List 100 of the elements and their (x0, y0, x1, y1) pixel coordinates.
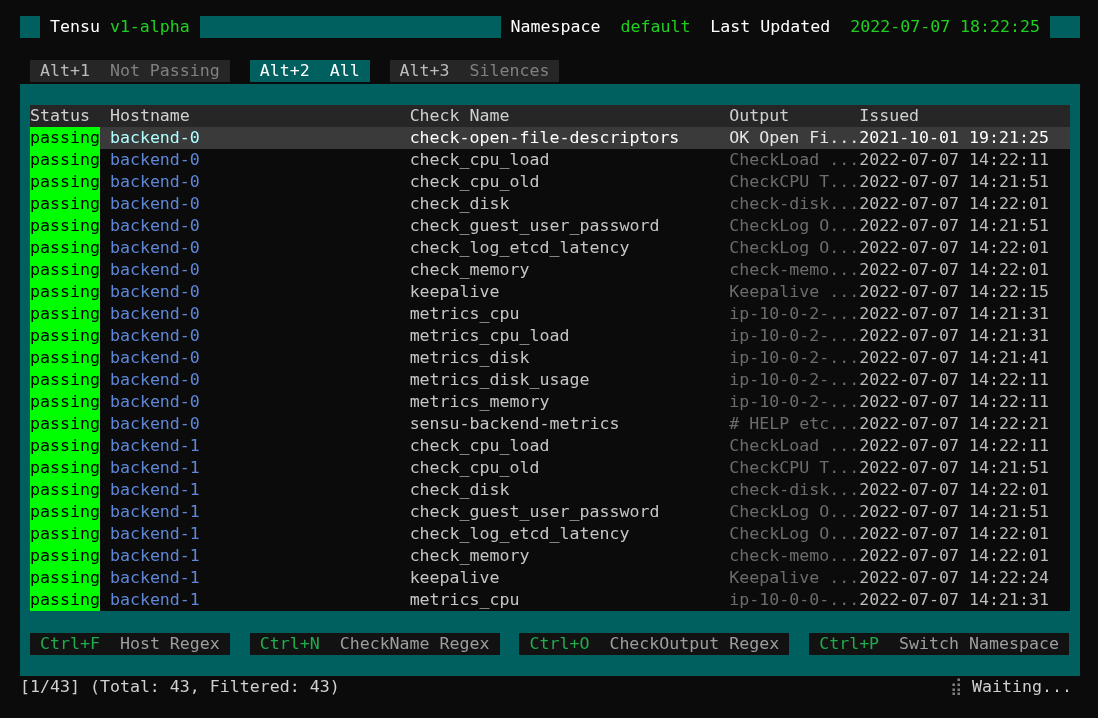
table-row[interactable]: passing backend-0 keepalive Keepalive ...2022-07-07 14:22:15 (30, 281, 1070, 303)
status-cell-text: passing (30, 149, 101, 171)
hostname-cell-text: backend-1 (109, 457, 201, 479)
status-cell-text: passing (30, 501, 101, 523)
table-row[interactable]: passing backend-0 metrics_memory ip-10-0-2-...2022-07-07 14:22:11 (30, 391, 1070, 413)
table-row[interactable]: passing backend-1 check_memory check-memo...2022-07-07 14:22:01 (30, 545, 1070, 567)
issued-cell-text: 2022-07-07 14:21:31 (859, 589, 1050, 611)
table-row[interactable]: passing backend-0 metrics_disk_usage ip-10-0-2-...2022-07-07 14:22:11 (30, 369, 1070, 391)
status-cell-text: passing (30, 545, 101, 567)
table-row[interactable]: passing backend-1 keepalive Keepalive ...2022-07-07 14:22:24 (30, 567, 1070, 589)
hostname-cell-text: backend-0 (109, 171, 201, 193)
issued-cell-text: 2022-07-07 14:22:01 (859, 259, 1050, 281)
check-name-cell-text: check_log_etcd_latency (409, 237, 631, 259)
issued-cell-text: 2022-07-07 14:21:51 (859, 457, 1050, 479)
issued-cell-text: 2022-07-07 14:22:01 (859, 523, 1050, 545)
shortcut-button[interactable]: Ctrl+F Host Regex (30, 633, 230, 655)
table-row[interactable]: passing backend-0 check_cpu_old CheckCPU T...2022-07-07 14:21:51 (30, 171, 1070, 193)
status-cell-text: passing (30, 215, 101, 237)
table-row[interactable]: passing backend-0 metrics_cpu_load ip-10-0-2-...2022-07-07 14:21:31 (30, 325, 1070, 347)
hostname-cell-text: backend-1 (109, 589, 201, 611)
output-cell: ip-10-0-2-... (729, 347, 860, 369)
hostname-cell-text: backend-1 (109, 567, 201, 589)
table-row[interactable]: passing backend-0 check_disk check-disk...2022-07-07 14:22:01 (30, 193, 1070, 215)
check-name-cell-text: check_disk (409, 479, 511, 501)
title-bar-fill (20, 16, 40, 38)
check-name-cell-text: metrics_disk_usage (409, 369, 591, 391)
table-row[interactable]: passing backend-0 check_memory check-memo...2022-07-07 14:22:01 (30, 259, 1070, 281)
check-name-cell-text: check_memory (409, 545, 531, 567)
status-cell-text: passing (30, 281, 101, 303)
issued-cell-text: 2022-07-07 14:22:11 (859, 435, 1050, 457)
check-name-cell-text: check_cpu_old (409, 171, 541, 193)
namespace-label: Namespace (510, 16, 601, 38)
status-cell-text: passing (30, 193, 101, 215)
output-cell: ip-10-0-0-... (729, 589, 860, 611)
table-row[interactable]: passing backend-0 metrics_disk ip-10-0-2-...2022-07-07 14:21:41 (30, 347, 1070, 369)
status-cell-text: passing (30, 413, 101, 435)
issued-cell-text: 2022-07-07 14:22:11 (859, 149, 1050, 171)
status-cell-text: passing (30, 303, 101, 325)
hostname-cell-text: backend-0 (109, 281, 201, 303)
check-name-cell-text: check_cpu_old (409, 457, 541, 479)
check-name-cell-text: check_cpu_load (409, 435, 551, 457)
tab[interactable]: Alt+3 Silences (389, 60, 560, 82)
app-name: Tensu (49, 16, 100, 38)
hostname-cell-text: backend-0 (109, 259, 201, 281)
status-cell-text: passing (30, 435, 101, 457)
issued-cell-text: 2022-07-07 14:22:11 (859, 369, 1050, 391)
table-row[interactable]: passing backend-1 check_cpu_load CheckLoad ...2022-07-07 14:22:11 (30, 435, 1070, 457)
status-cell-text: passing (30, 347, 101, 369)
table-row[interactable]: passing backend-0 check_log_etcd_latency CheckLog O...2022-07-07 14:22:01 (30, 237, 1070, 259)
issued-cell-text: 2022-07-07 14:22:01 (859, 193, 1050, 215)
hostname-cell-text: backend-0 (109, 127, 201, 149)
hostname-cell-text: backend-0 (109, 413, 201, 435)
shortcut-button[interactable]: Ctrl+N CheckName Regex (249, 633, 500, 655)
output-cell: ip-10-0-2-... (729, 369, 860, 391)
title-bar-fill (1050, 16, 1080, 38)
hostname-cell-text: backend-1 (109, 435, 201, 457)
table-row[interactable]: passing backend-1 check_guest_user_password CheckLog O...2022-07-07 14:21:51 (30, 501, 1070, 523)
hostname-cell-text: backend-0 (109, 369, 201, 391)
status-cell-text: passing (30, 127, 101, 149)
issued-cell-text: 2022-07-07 14:22:11 (859, 391, 1050, 413)
column-header: Hostname (109, 105, 191, 127)
shortcut-button[interactable]: Ctrl+O CheckOutput Regex (519, 633, 790, 655)
hostname-cell-text: backend-0 (109, 325, 201, 347)
output-cell: CheckLoad ... (729, 435, 860, 457)
check-name-cell-text: check-open-file-descriptors (409, 127, 681, 149)
issued-cell-text: 2022-07-07 14:21:51 (859, 215, 1050, 237)
output-cell: Keepalive ... (729, 281, 860, 303)
output-cell: check-disk... (729, 479, 860, 501)
column-header: Output (729, 105, 791, 127)
table-row[interactable]: passing backend-1 check_log_etcd_latency CheckLog O...2022-07-07 14:22:01 (30, 523, 1070, 545)
table-row[interactable]: passing backend-0 check_cpu_load CheckLoad ...2022-07-07 14:22:11 (30, 149, 1070, 171)
output-cell: CheckCPU T... (729, 171, 860, 193)
check-name-cell-text: metrics_cpu (409, 589, 521, 611)
check-name-cell-text: metrics_cpu (409, 303, 521, 325)
output-cell: CheckLoad ... (729, 149, 860, 171)
table-row[interactable]: passing backend-0 sensu-backend-metrics # HELP etc...2022-07-07 14:22:21 (30, 413, 1070, 435)
updated-label: Last Updated (710, 16, 831, 38)
status-cell-text: passing (30, 259, 101, 281)
table-row[interactable]: passing backend-0 check_guest_user_password CheckLog O...2022-07-07 14:21:51 (30, 215, 1070, 237)
status-cell-text: passing (30, 391, 101, 413)
issued-cell-text: 2022-07-07 14:22:21 (859, 413, 1050, 435)
check-name-cell-text: sensu-backend-metrics (409, 413, 621, 435)
tab[interactable]: Alt+2 All (249, 60, 370, 82)
table-row[interactable]: passing backend-0 metrics_cpu ip-10-0-2-...2022-07-07 14:21:31 (30, 303, 1070, 325)
shortcut-button[interactable]: Ctrl+P Switch Namespace (809, 633, 1069, 655)
table-row[interactable]: passing backend-1 check_cpu_old CheckCPU T...2022-07-07 14:21:51 (30, 457, 1070, 479)
issued-cell-text: 2022-07-07 14:21:31 (859, 303, 1050, 325)
hostname-cell-text: backend-0 (109, 215, 201, 237)
table-row[interactable]: passing backend-1 metrics_cpu ip-10-0-0-...2022-07-07 14:21:31 (30, 589, 1070, 611)
output-cell: ip-10-0-2-... (729, 325, 860, 347)
status-cell-text: passing (30, 523, 101, 545)
check-name-cell-text: keepalive (409, 567, 501, 589)
output-cell: check-disk... (729, 193, 860, 215)
table-row[interactable]: passing backend-0 check-open-file-descriptors OK Open Fi...2021-10-01 19:21:25 (30, 127, 1070, 149)
tab[interactable]: Alt+1 Not Passing (30, 60, 230, 82)
table-row[interactable]: passing backend-1 check_disk check-disk...2022-07-07 14:22:01 (30, 479, 1070, 501)
issued-cell-text: 2022-07-07 14:22:01 (859, 479, 1050, 501)
output-cell: OK Open Fi... (729, 127, 860, 149)
check-name-cell-text: check_memory (409, 259, 531, 281)
status-cell-text: passing (30, 567, 101, 589)
